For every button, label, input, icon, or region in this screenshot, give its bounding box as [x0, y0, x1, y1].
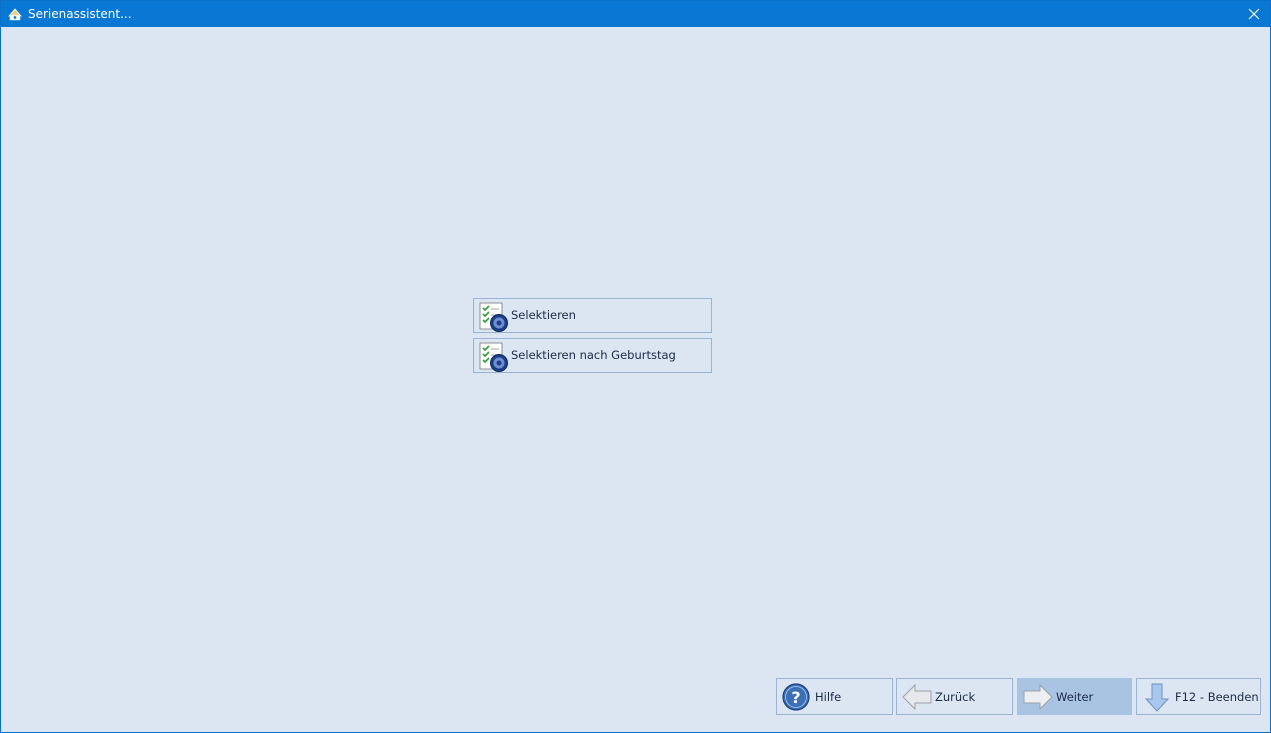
back-label: Zurück [935, 690, 976, 704]
select-by-birthday-option-button[interactable]: Selektieren nach Geburtstag [473, 338, 712, 373]
arrow-left-icon [902, 683, 932, 711]
back-button[interactable]: Zurück [896, 678, 1013, 715]
exit-button[interactable]: F12 - Beenden [1136, 678, 1261, 715]
title-bar: Serienassistent... [1, 1, 1270, 27]
close-icon [1248, 8, 1260, 20]
svg-text:?: ? [791, 688, 800, 707]
wizard-content: Selektieren Selektieren nach Geburtstag [3, 27, 1268, 730]
close-button[interactable] [1238, 1, 1270, 27]
arrow-down-icon [1144, 683, 1170, 712]
checklist-gear-icon [479, 342, 508, 372]
exit-label: F12 - Beenden [1175, 690, 1259, 704]
help-button[interactable]: ? Hilfe [776, 678, 893, 715]
select-option-label: Selektieren [511, 308, 576, 322]
checklist-gear-icon [479, 302, 508, 332]
arrow-right-icon [1023, 683, 1053, 711]
select-by-birthday-option-label: Selektieren nach Geburtstag [511, 348, 676, 362]
window-title: Serienassistent... [28, 7, 132, 21]
app-icon [8, 8, 22, 21]
help-label: Hilfe [815, 690, 842, 704]
help-icon: ? [782, 683, 810, 711]
next-button[interactable]: Weiter [1017, 678, 1132, 715]
next-label: Weiter [1056, 690, 1094, 704]
wizard-window: Serienassistent... Selektieren Selektier… [0, 0, 1271, 733]
select-option-button[interactable]: Selektieren [473, 298, 712, 333]
